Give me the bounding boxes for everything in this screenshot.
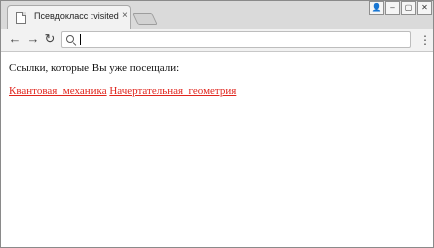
tab-title: Псевдокласс :visited bbox=[34, 11, 119, 21]
link-quantum-mechanics[interactable]: Квантовая_механика bbox=[9, 85, 107, 97]
title-bar: Псевдокласс :visited × 👤 – ▢ ✕ bbox=[1, 1, 433, 29]
reload-icon[interactable]: ↻ bbox=[42, 31, 58, 47]
menu-icon[interactable]: ⋮ bbox=[419, 32, 431, 48]
text-caret bbox=[80, 34, 81, 45]
close-button[interactable]: ✕ bbox=[417, 1, 432, 15]
user-icon[interactable]: 👤 bbox=[369, 1, 384, 15]
forward-arrow-icon[interactable]: → bbox=[25, 31, 41, 47]
back-arrow-icon[interactable]: ← bbox=[7, 31, 23, 47]
page-content: Ссылки, которые Вы уже посещали: Квантов… bbox=[1, 52, 433, 247]
search-icon bbox=[66, 35, 74, 43]
address-bar[interactable] bbox=[61, 31, 411, 48]
new-tab-button[interactable] bbox=[132, 13, 158, 25]
tab-close-icon[interactable]: × bbox=[122, 10, 128, 22]
maximize-button[interactable]: ▢ bbox=[401, 1, 416, 15]
tab-visited[interactable]: Псевдокласс :visited × bbox=[7, 5, 131, 29]
minimize-button[interactable]: – bbox=[385, 1, 400, 15]
lead-text: Ссылки, которые Вы уже посещали: bbox=[9, 62, 180, 74]
link-descriptive-geometry[interactable]: Начертательная_геометрия bbox=[109, 85, 236, 97]
page-icon bbox=[16, 12, 26, 24]
links-paragraph: Квантовая_механика Начертательная_геомет… bbox=[9, 85, 236, 97]
browser-window: Псевдокласс :visited × 👤 – ▢ ✕ ← → ↻ ⋮ С… bbox=[0, 0, 434, 248]
toolbar: ← → ↻ ⋮ bbox=[1, 29, 433, 52]
